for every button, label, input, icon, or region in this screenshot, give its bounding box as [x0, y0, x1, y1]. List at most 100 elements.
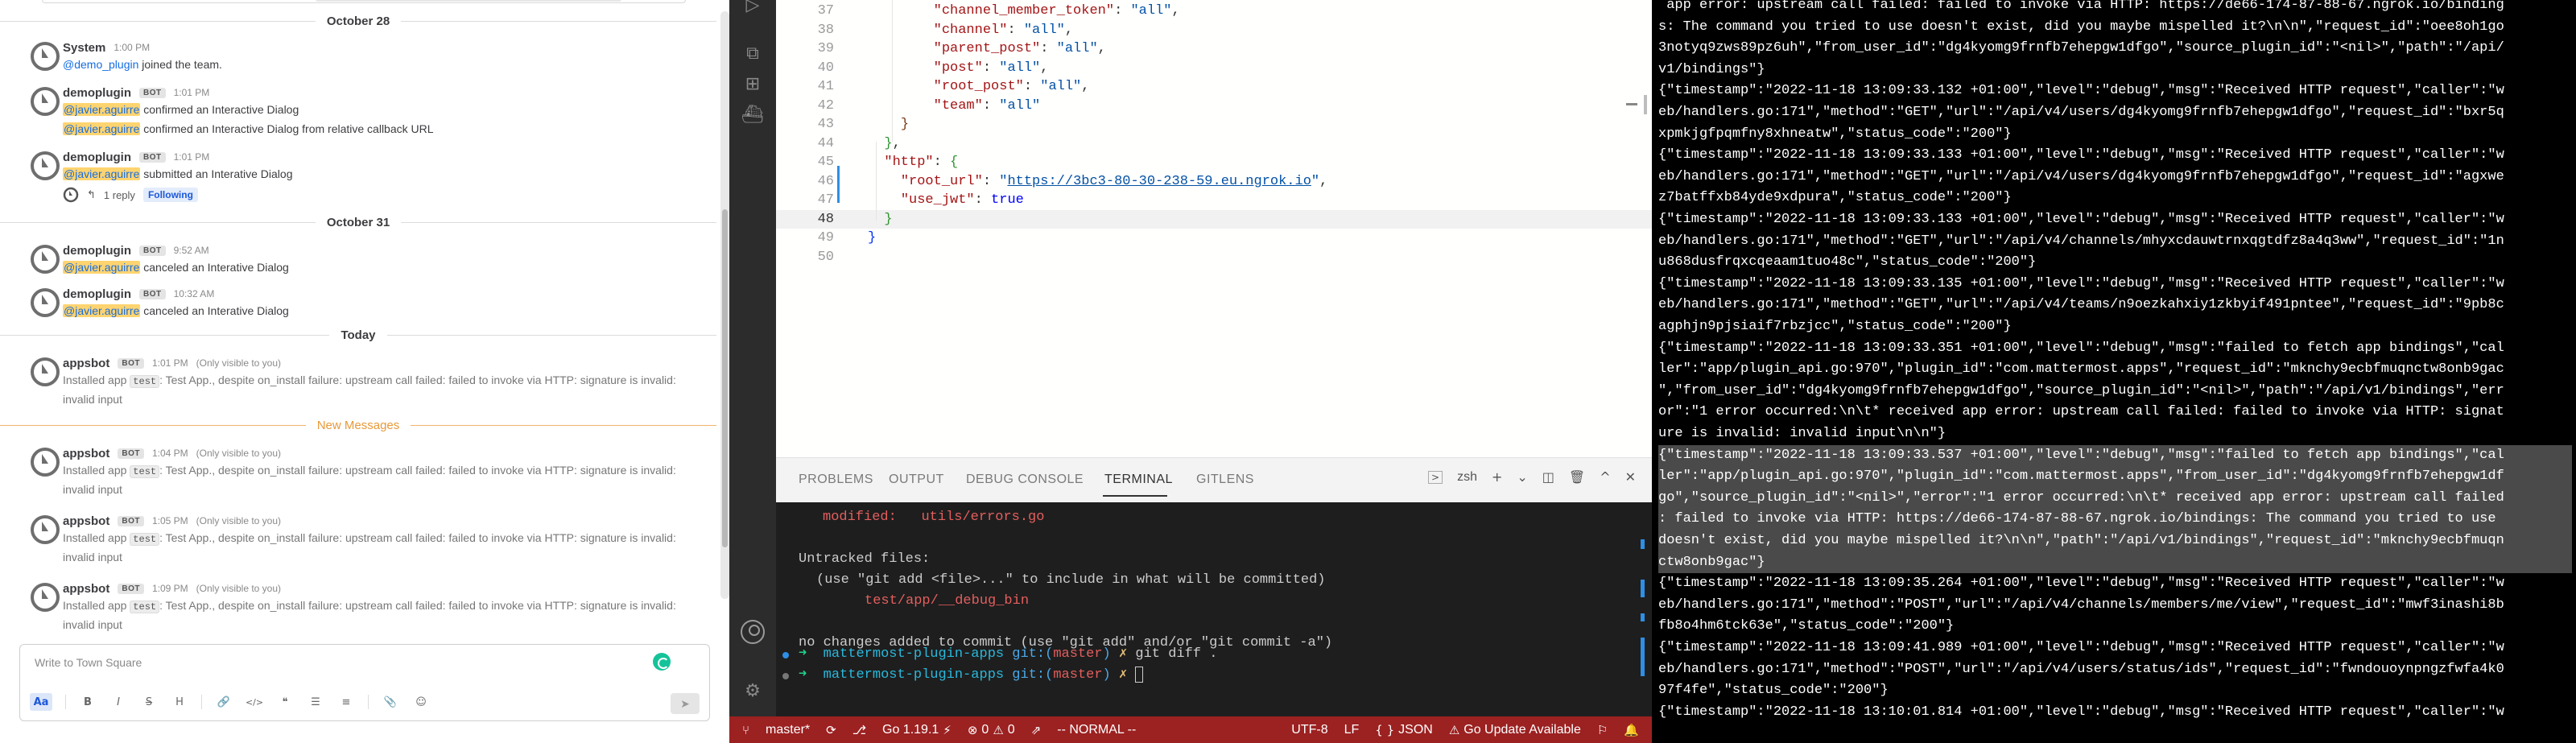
ephemeral-note: (Only visible to you) [196, 357, 282, 369]
quote-icon[interactable]: ❝ [276, 693, 294, 711]
timestamp[interactable]: 1:01 PM [174, 151, 210, 163]
tab-problems[interactable]: PROBLEMS [799, 473, 873, 487]
language-mode[interactable]: { } JSON [1367, 723, 1441, 737]
bold-button[interactable]: B [79, 693, 97, 711]
git-branch[interactable]: master* [758, 723, 818, 737]
shell-name[interactable]: zsh [1457, 470, 1477, 485]
new-terminal-button[interactable]: + [1492, 469, 1502, 485]
maximize-panel-icon[interactable]: ^ [1600, 469, 1610, 485]
code-line[interactable]: 40 "post": "all", [776, 59, 1652, 77]
remote-explorer-icon[interactable]: ⧉ [743, 43, 762, 64]
emoji-icon[interactable]: ☺ [412, 693, 430, 711]
sync-icon[interactable]: ⟳ [818, 723, 844, 737]
username[interactable]: demoplugin [63, 86, 131, 100]
message-list[interactable]: October 28 System 1:00 PM @demo_plugin j… [0, 0, 716, 636]
split-terminal-icon[interactable]: ◫ [1542, 469, 1554, 485]
strikethrough-button[interactable]: S [140, 693, 158, 711]
username[interactable]: appsbot [63, 357, 109, 370]
code-line[interactable]: 38 "channel": "all", [776, 21, 1652, 39]
debug-icon[interactable]: ▷ [743, 0, 762, 15]
timestamp[interactable]: 1:05 PM [152, 515, 188, 526]
username[interactable]: demoplugin [63, 244, 131, 258]
timestamp[interactable]: 1:01 PM [174, 87, 210, 98]
command-decoration-icon[interactable] [782, 652, 789, 658]
code-line[interactable]: 46 "root_url": "https://3bc3-80-30-238-5… [776, 172, 1652, 191]
user-mention[interactable]: @javier.aguirre [63, 122, 141, 135]
tab-debug-console[interactable]: DEBUG CONSOLE [966, 473, 1084, 487]
close-panel-icon[interactable]: ✕ [1625, 469, 1636, 485]
numbered-list-icon[interactable]: ≡ [337, 693, 355, 711]
message-input[interactable]: Write to Town Square [35, 656, 142, 669]
settings-gear-icon[interactable]: ⚙ [743, 681, 762, 701]
code-line[interactable]: 39 "parent_post": "all", [776, 39, 1652, 58]
code-line[interactable]: 42 "team": "all" [776, 97, 1652, 115]
username[interactable]: demoplugin [63, 151, 131, 164]
code-line[interactable]: 43 } [776, 115, 1652, 134]
live-share-icon[interactable]: ⇗ [1023, 723, 1050, 737]
user-mention[interactable]: @demo_plugin [63, 58, 138, 71]
code-line[interactable]: 45 "http": { [776, 153, 1652, 171]
code-line[interactable]: 44 }, [776, 134, 1652, 153]
italic-button[interactable]: I [109, 693, 127, 711]
terminal-prompt-line: ➜ mattermost-plugin-apps git:(master) ✗ … [799, 646, 1218, 662]
trash-icon[interactable]: 🗑 [1569, 469, 1585, 485]
code-line[interactable]: 50 [776, 248, 1652, 266]
code-line[interactable]: 49} [776, 229, 1652, 247]
code-line[interactable]: 48 } [776, 209, 1652, 229]
encoding[interactable]: UTF-8 [1283, 723, 1335, 737]
timestamp[interactable]: 1:09 PM [152, 583, 188, 594]
remote-indicator-icon[interactable]: ⑂ [729, 723, 758, 737]
timestamp[interactable]: 1:01 PM [152, 357, 188, 369]
command-decoration-icon[interactable] [782, 673, 789, 679]
user-mention[interactable]: @javier.aguirre [63, 261, 141, 274]
chat-scrollbar-thumb[interactable] [722, 209, 728, 547]
format-toggle-button[interactable]: Aa [30, 693, 52, 711]
docker-icon[interactable]: ⛴ [741, 105, 764, 125]
username[interactable]: appsbot [63, 514, 109, 528]
message-composer[interactable]: Write to Town Square Aa B I S H 🔗 </> ❝ … [19, 644, 710, 721]
timestamp[interactable]: 1:04 PM [152, 448, 188, 459]
code-line[interactable]: 37 "channel_member_token": "all", [776, 2, 1652, 20]
code-icon[interactable]: </> [246, 693, 263, 711]
log-line: ctw8onb9gac"} [1658, 551, 2572, 574]
minimap-slider[interactable] [1626, 103, 1637, 105]
editor-scrollbar[interactable] [1644, 95, 1647, 114]
timestamp[interactable]: 1:00 PM [114, 42, 150, 53]
grammarly-icon[interactable] [653, 653, 671, 671]
user-mention[interactable]: @javier.aguirre [63, 304, 141, 317]
tab-terminal[interactable]: TERMINAL [1104, 473, 1173, 487]
code-line[interactable]: 47 "use_jwt": true [776, 191, 1652, 209]
feedback-icon[interactable]: ⚐ [1589, 723, 1616, 737]
git-graph-icon[interactable]: ⎇ [844, 723, 874, 737]
tab-gitlens[interactable]: GITLENS [1196, 473, 1254, 487]
go-version[interactable]: Go 1.19.1 ⚡ [874, 723, 960, 737]
user-mention[interactable]: @javier.aguirre [63, 167, 141, 180]
go-update-notice[interactable]: ⚠ Go Update Available [1441, 723, 1589, 737]
end-of-line[interactable]: LF [1336, 723, 1368, 737]
code-line[interactable]: 41 "root_post": "all", [776, 77, 1652, 96]
notifications-bell-icon[interactable]: 🔔 [1616, 723, 1652, 737]
send-button[interactable]: ➤ [671, 693, 700, 714]
link-icon[interactable]: 🔗 [215, 693, 233, 711]
extensions-icon[interactable]: ⊞ [743, 74, 762, 94]
username[interactable]: appsbot [63, 582, 109, 596]
username[interactable]: appsbot [63, 447, 109, 460]
username[interactable]: demoplugin [63, 287, 131, 301]
user-mention[interactable]: @javier.aguirre [63, 103, 141, 116]
problems-indicator[interactable]: ⊗ 0 ⚠ 0 [960, 723, 1023, 737]
code-text: "post": "all", [933, 60, 1049, 76]
account-icon[interactable] [741, 620, 765, 644]
tab-output[interactable]: OUTPUT [889, 473, 944, 487]
attachment-icon[interactable]: 📎 [382, 693, 399, 711]
timestamp[interactable]: 9:52 AM [174, 245, 209, 256]
username[interactable]: System [63, 41, 105, 55]
terminal-dropdown-icon[interactable]: ⌄ [1517, 469, 1527, 485]
heading-button[interactable]: H [171, 693, 188, 711]
reply-count-link[interactable]: 1 reply [104, 189, 135, 201]
timestamp[interactable]: 10:32 AM [174, 288, 215, 299]
code-editor[interactable]: 37 "channel_member_token": "all", 38 "cha… [776, 0, 1652, 451]
server-log-terminal[interactable]: app error: upstream call failed: failed … [1652, 0, 2576, 743]
following-button[interactable]: Following [142, 188, 198, 202]
integrated-terminal[interactable]: modified: utils/errors.go Untracked file… [776, 502, 1652, 716]
bulleted-list-icon[interactable]: ☰ [307, 693, 324, 711]
